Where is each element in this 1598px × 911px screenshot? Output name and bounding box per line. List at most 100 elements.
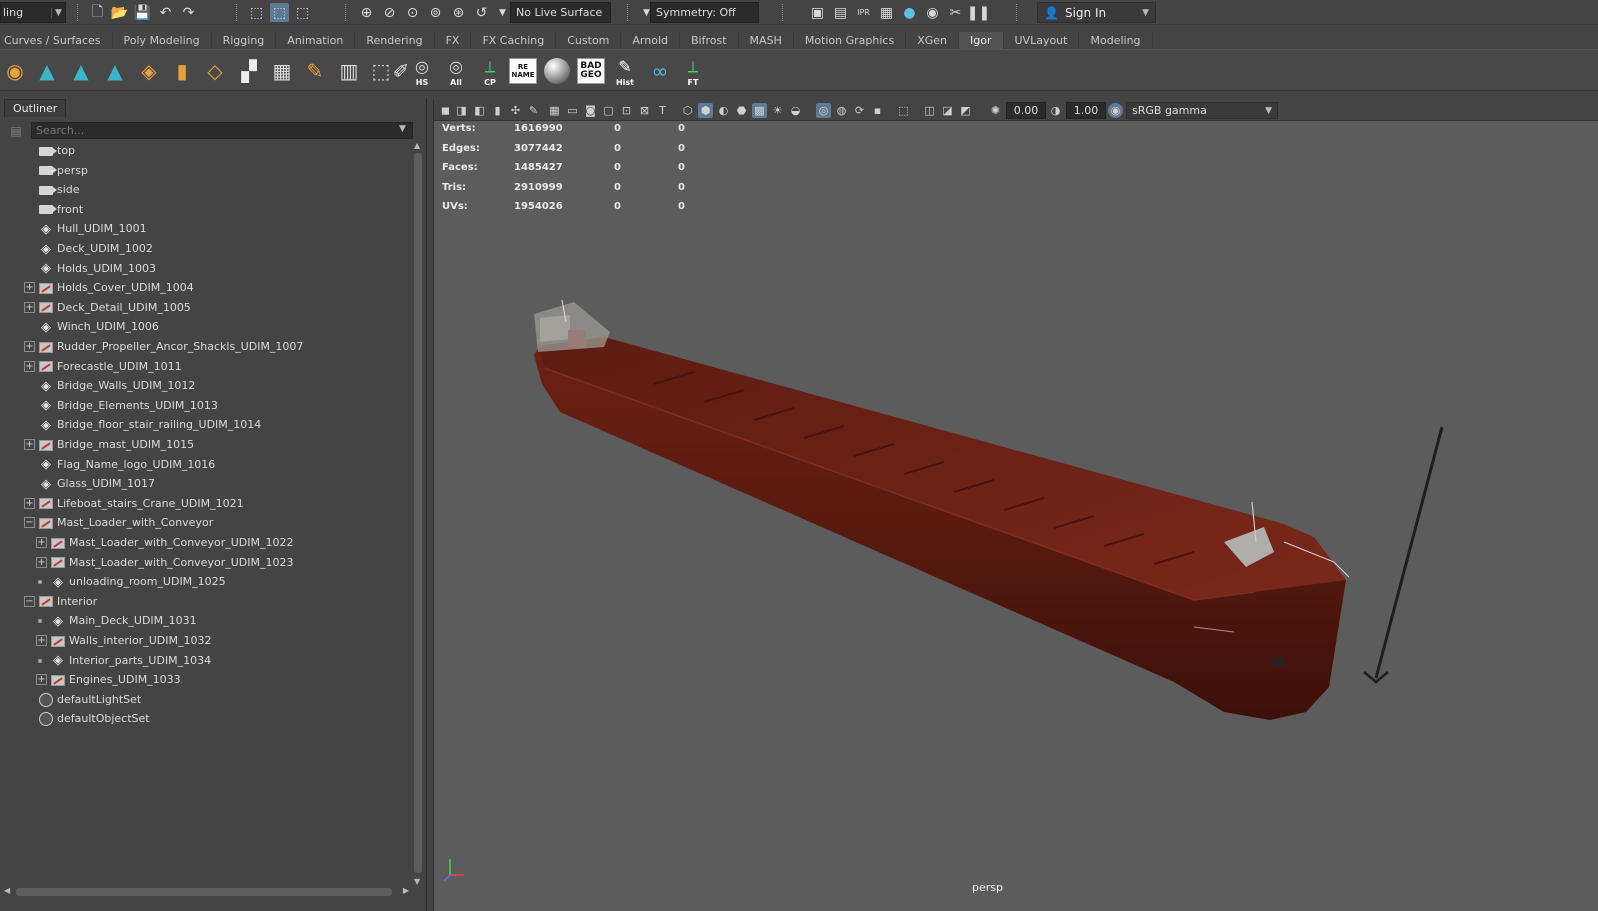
- shelf-tab-fx-caching[interactable]: FX Caching: [471, 32, 557, 49]
- expand-icon[interactable]: +: [24, 439, 35, 450]
- shelf-tool-4-icon[interactable]: ▲: [100, 55, 130, 87]
- motion-blur-icon[interactable]: ◪: [940, 103, 955, 118]
- outliner-row[interactable]: top: [0, 141, 410, 161]
- snap-point-icon[interactable]: ⊙: [403, 3, 422, 22]
- redo-icon[interactable]: ↷: [179, 3, 198, 22]
- scrollbar-thumb[interactable]: [414, 153, 422, 873]
- outliner-row[interactable]: + Bridge_mast_UDIM_1015: [0, 435, 410, 455]
- outliner-row[interactable]: ◈ Glass_UDIM_1017: [0, 474, 410, 494]
- scrollbar-thumb[interactable]: [16, 888, 392, 896]
- scroll-up-icon[interactable]: ▲: [414, 141, 420, 150]
- shelf-tool-3-icon[interactable]: ▲: [66, 55, 96, 87]
- menu-set-dropdown[interactable]: ling ▼: [0, 2, 66, 23]
- shelf-tab-bifrost[interactable]: Bifrost: [680, 32, 739, 49]
- outliner-row[interactable]: ◈ Interior_parts_UDIM_1034: [0, 651, 410, 671]
- render-view-icon[interactable]: ▣: [808, 3, 827, 22]
- filter-icon[interactable]: ▤: [8, 122, 24, 139]
- outliner-row[interactable]: − Mast_Loader_with_Conveyor: [0, 513, 410, 533]
- grid-icon[interactable]: ▦: [547, 103, 562, 118]
- shelf-tool-1-icon[interactable]: ◉: [0, 55, 30, 87]
- wireframe-on-shaded-icon[interactable]: ⬣: [734, 103, 749, 118]
- safe-action-icon[interactable]: ⊠: [637, 103, 652, 118]
- shelf-tool-11-icon[interactable]: ▥: [334, 55, 364, 87]
- shelf-tab-curves-surfaces[interactable]: Curves / Surfaces: [0, 32, 113, 49]
- outliner-row[interactable]: defaultLightSet: [0, 690, 410, 710]
- shelf-tool-9-icon[interactable]: ▦: [267, 55, 297, 87]
- shelf-tab-fx[interactable]: FX: [435, 32, 472, 49]
- field-chart-icon[interactable]: ⊡: [619, 103, 634, 118]
- outliner-row[interactable]: ◈ unloading_room_UDIM_1025: [0, 572, 410, 592]
- shelf-tab-xgen[interactable]: XGen: [906, 32, 960, 49]
- outliner-row[interactable]: + Deck_Detail_UDIM_1005: [0, 298, 410, 318]
- pause-icon[interactable]: ❚❚: [967, 3, 990, 22]
- scroll-left-icon[interactable]: ◀: [4, 886, 10, 895]
- shelf-tab-rendering[interactable]: Rendering: [355, 32, 435, 49]
- camera-attributes-icon[interactable]: ◨: [454, 103, 469, 118]
- xray-components-icon[interactable]: ⟳: [852, 103, 867, 118]
- outliner-row[interactable]: + Mast_Loader_with_Conveyor_UDIM_1022: [0, 533, 410, 553]
- outliner-vertical-scrollbar[interactable]: ▲ ▼: [412, 141, 424, 886]
- bookmark-icon[interactable]: ▮: [490, 103, 505, 118]
- shelf-tab-igor[interactable]: Igor: [959, 32, 1004, 49]
- outliner-row[interactable]: front: [0, 200, 410, 220]
- isolate-select-icon[interactable]: ⬚: [896, 103, 911, 118]
- outliner-row[interactable]: ◈ Flag_Name_logo_UDIM_1016: [0, 455, 410, 475]
- shelf-tab-rigging[interactable]: Rigging: [212, 32, 277, 49]
- snap-view-plane-icon[interactable]: ⊚: [426, 3, 445, 22]
- shelf-tool-2-icon[interactable]: ▲: [32, 55, 62, 87]
- outliner-tab[interactable]: Outliner: [4, 99, 67, 117]
- save-scene-icon[interactable]: 💾: [133, 3, 152, 22]
- gate-mask-icon[interactable]: ▢: [601, 103, 616, 118]
- shelf-tab-mash[interactable]: MASH: [739, 32, 794, 49]
- smooth-shade-icon[interactable]: ⬢: [698, 103, 713, 118]
- shelf-tab-custom[interactable]: Custom: [556, 32, 622, 49]
- shelf-tool-10-icon[interactable]: ✎: [300, 55, 330, 87]
- xray-icon[interactable]: ◎: [816, 103, 831, 118]
- textured-icon[interactable]: ▩: [752, 103, 767, 118]
- outliner-row[interactable]: + Lifeboat_stairs_Crane_UDIM_1021: [0, 494, 410, 514]
- scene-view[interactable]: [434, 122, 1598, 911]
- expand-icon[interactable]: +: [36, 556, 47, 568]
- hypershade-icon[interactable]: ●: [900, 3, 919, 22]
- wireframe-icon[interactable]: ⬡: [680, 103, 695, 118]
- expand-icon[interactable]: +: [36, 537, 47, 548]
- snap-curve-icon[interactable]: ⊘: [380, 3, 399, 22]
- outliner-row[interactable]: persp: [0, 161, 410, 181]
- expand-icon[interactable]: +: [24, 341, 35, 352]
- undo-icon[interactable]: ↶: [156, 3, 175, 22]
- select-hierarchy-icon[interactable]: ⬚: [247, 3, 266, 22]
- collapse-icon[interactable]: −: [24, 517, 35, 529]
- shelf-tab-modeling[interactable]: Modeling: [1079, 32, 1153, 49]
- outliner-row[interactable]: ◈ Bridge_floor_stair_railing_UDIM_1014: [0, 415, 410, 435]
- outliner-row[interactable]: ◈ Holds_UDIM_1003: [0, 259, 410, 279]
- outliner-row[interactable]: + Rudder_Propeller_Ancor_Shackls_UDIM_100…: [0, 337, 410, 357]
- select-component-icon[interactable]: ⬚: [293, 3, 312, 22]
- rename-button[interactable]: RE NAME: [508, 55, 538, 87]
- multisample-icon[interactable]: ◫: [922, 103, 937, 118]
- render-frame-icon[interactable]: ▤: [831, 3, 850, 22]
- tools-icon[interactable]: ✂: [946, 3, 965, 22]
- light-editor-icon[interactable]: ◉: [923, 3, 942, 22]
- select-object-icon[interactable]: ⬚: [270, 3, 289, 22]
- expand-icon[interactable]: +: [36, 635, 47, 646]
- camera-select-icon[interactable]: ◼: [438, 103, 453, 118]
- all-button[interactable]: ◎ All: [441, 55, 471, 87]
- exposure-icon[interactable]: ✺: [988, 103, 1003, 118]
- shelf-tool-links-icon[interactable]: ∞: [645, 55, 675, 87]
- outliner-row[interactable]: ◈ Hull_UDIM_1001: [0, 219, 410, 239]
- outliner-row[interactable]: + Walls_interior_UDIM_1032: [0, 631, 410, 651]
- ambient-occlusion-icon[interactable]: ▪: [870, 103, 885, 118]
- shelf-tool-8-icon[interactable]: ▞: [234, 55, 264, 87]
- color-space-dropdown[interactable]: sRGB gamma ▼: [1126, 102, 1278, 119]
- chevron-down-icon[interactable]: ▼: [399, 124, 406, 134]
- scroll-right-icon[interactable]: ▶: [403, 886, 409, 895]
- shelf-tab-poly-modeling[interactable]: Poly Modeling: [113, 32, 212, 49]
- shelf-tab-motion-graphics[interactable]: Motion Graphics: [794, 32, 907, 49]
- hist-button[interactable]: ✎ Hist: [610, 55, 640, 87]
- render-settings-icon[interactable]: ▦: [877, 3, 896, 22]
- anchor-chain[interactable]: [1363, 426, 1444, 684]
- outliner-row[interactable]: − Interior: [0, 592, 410, 612]
- expand-icon[interactable]: +: [24, 282, 35, 294]
- outliner-row[interactable]: + Engines_UDIM_1033: [0, 670, 410, 690]
- shelf-tab-uvlayout[interactable]: UVLayout: [1004, 32, 1080, 49]
